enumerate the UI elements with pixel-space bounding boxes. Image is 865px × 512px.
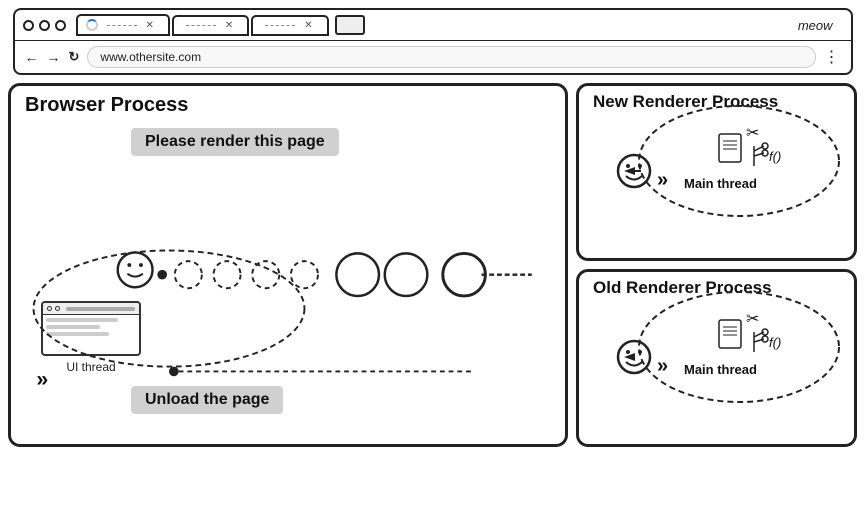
tab-3-dots (265, 25, 295, 26)
mini-addressbar (66, 307, 135, 311)
browser-menu[interactable]: ⋮ (824, 47, 841, 67)
tab-3[interactable]: ✕ (251, 15, 328, 36)
address-input[interactable]: www.othersite.com (87, 46, 815, 68)
window-controls (23, 20, 66, 31)
tab-1[interactable]: ✕ (76, 14, 170, 36)
tab-spinner (86, 19, 98, 31)
tab-2[interactable]: ✕ (172, 15, 249, 36)
forward-button[interactable]: → (47, 49, 61, 65)
right-panel: New Renderer Process » Main thread (576, 83, 857, 447)
browser-process-title: Browser Process (11, 86, 565, 117)
new-tab-button[interactable] (335, 15, 365, 35)
svg-text:Main thread: Main thread (684, 362, 757, 377)
mini-dot-2 (55, 306, 60, 311)
browser-process-box: Browser Process Please render this page … (8, 83, 568, 447)
back-button[interactable]: ← (25, 49, 39, 65)
minimize-dot (39, 20, 50, 31)
mini-browser-content (43, 315, 139, 342)
svg-text:✂: ✂ (746, 125, 759, 142)
reload-button[interactable]: ↻ (69, 49, 80, 65)
tab-2-dots (186, 25, 216, 26)
close-dot (23, 20, 34, 31)
svg-text:»: » (657, 355, 668, 377)
browser-mockup: ✕ ✕ ✕ meow ← → ↻ www.othersite.com ⋮ (13, 8, 853, 75)
tab-2-close[interactable]: ✕ (225, 20, 233, 31)
new-renderer-svg: » Main thread ✂ f() (579, 86, 857, 226)
diagram-area: Browser Process Please render this page … (0, 75, 865, 455)
unload-message-box: Unload the page (131, 386, 283, 414)
old-renderer-box: Old Renderer Process » Main thread (576, 269, 857, 447)
svg-text:f(): f() (769, 335, 781, 350)
ui-thread-label: UI thread (41, 360, 141, 374)
tab-1-close[interactable]: ✕ (146, 20, 154, 31)
tab-3-close[interactable]: ✕ (304, 20, 312, 31)
render-message-box: Please render this page (131, 128, 339, 156)
mini-line-2 (46, 325, 100, 329)
mini-line-1 (46, 318, 118, 322)
mini-line-3 (46, 332, 109, 336)
new-renderer-box: New Renderer Process » Main thread (576, 83, 857, 261)
mini-browser-icon (41, 301, 141, 356)
ui-thread-area: UI thread (41, 301, 141, 374)
address-bar: ← → ↻ www.othersite.com ⋮ (15, 41, 851, 73)
svg-text:Main thread: Main thread (684, 176, 757, 191)
svg-text:»: » (657, 169, 668, 191)
svg-text:✂: ✂ (746, 311, 759, 328)
maximize-dot (55, 20, 66, 31)
mini-dot-1 (47, 306, 52, 311)
svg-text:f(): f() (769, 149, 781, 164)
mini-browser-titlebar (43, 303, 139, 315)
tab-1-dots (107, 25, 137, 26)
browser-tabs-bar: ✕ ✕ ✕ meow (15, 10, 851, 41)
old-renderer-svg: » Main thread ✂ f() (579, 272, 857, 412)
meow-label: meow (788, 15, 843, 36)
